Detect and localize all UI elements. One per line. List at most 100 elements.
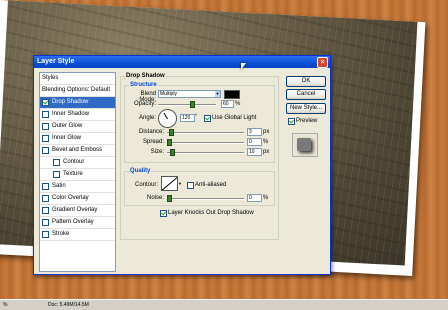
distance-slider-knob[interactable]	[169, 129, 175, 136]
style-item-label: Bevel and Emboss	[52, 147, 103, 153]
style-checkbox[interactable]	[42, 219, 49, 226]
global-light-checkbox[interactable]	[204, 115, 211, 122]
preview-label: Preview	[296, 118, 318, 124]
global-light-label: Use Global Light	[212, 115, 257, 121]
style-item[interactable]: Color Overlay	[40, 193, 115, 205]
noise-unit: %	[263, 195, 269, 201]
spread-slider[interactable]	[167, 139, 244, 146]
angle-unit: °	[195, 114, 198, 120]
chevron-down-icon: ▼	[215, 91, 220, 97]
quality-group: Quality Contour: ▼ Anti-aliased Noise: 0…	[124, 168, 275, 206]
noise-slider-knob[interactable]	[167, 195, 172, 202]
structure-group: Structure Blend Mode: Multiply ▼ Opacity…	[124, 82, 275, 163]
style-item[interactable]: Texture	[40, 169, 115, 181]
status-bar: % Doc: 5.49M/14.5M	[0, 299, 448, 310]
angle-dial[interactable]	[158, 109, 177, 128]
style-checkbox[interactable]	[53, 171, 60, 178]
style-checkbox[interactable]	[53, 159, 60, 166]
shadow-color-swatch[interactable]	[224, 90, 240, 99]
style-checkbox[interactable]	[42, 195, 49, 202]
style-item-label: Gradient Overlay	[52, 207, 98, 213]
distance-field[interactable]: 3	[247, 128, 262, 136]
size-slider[interactable]	[167, 149, 244, 156]
contour-picker[interactable]	[161, 176, 178, 191]
style-item[interactable]: Styles	[40, 73, 115, 85]
style-item-label: Contour	[63, 159, 85, 165]
style-item-label: Texture	[63, 171, 83, 177]
style-checkbox[interactable]	[42, 231, 49, 238]
style-item-label: Inner Shadow	[52, 111, 90, 117]
style-item-label: Pattern Overlay	[52, 219, 94, 225]
size-unit: px	[263, 149, 270, 155]
style-item[interactable]: Stroke	[40, 229, 115, 241]
style-item-label: Drop Shadow	[52, 99, 89, 105]
style-item[interactable]: Satin	[40, 181, 115, 193]
layer-knocks-out-label: Layer Knocks Out Drop Shadow	[168, 210, 254, 216]
noise-label: Noise:	[146, 195, 164, 201]
style-checkbox[interactable]	[42, 111, 49, 118]
ok-button[interactable]: OK	[286, 76, 326, 87]
mouse-pointer-icon	[241, 63, 246, 70]
preview-checkbox[interactable]	[288, 118, 295, 125]
style-item[interactable]: Blending Options: Default	[40, 85, 115, 97]
style-item-label: Styles	[42, 75, 59, 81]
style-checkbox[interactable]	[42, 183, 49, 190]
opacity-slider[interactable]	[158, 101, 216, 108]
new-style-button[interactable]: New Style...	[286, 103, 326, 114]
style-item[interactable]: Pattern Overlay	[40, 217, 115, 229]
document-size-readout: Doc: 5.49M/14.5M	[48, 302, 89, 308]
drop-shadow-title: Drop Shadow	[125, 73, 166, 79]
spread-slider-knob[interactable]	[167, 139, 172, 146]
quality-title: Quality	[129, 168, 152, 174]
style-item-label: Color Overlay	[52, 195, 89, 201]
distance-slider[interactable]	[167, 129, 244, 136]
contour-label: Contour:	[134, 182, 158, 188]
layer-knocks-out-checkbox[interactable]	[160, 210, 167, 217]
style-checkbox[interactable]	[42, 207, 49, 214]
style-item[interactable]: Outer Glow	[40, 121, 115, 133]
noise-field[interactable]: 0	[247, 194, 262, 202]
style-item[interactable]: Bevel and Emboss	[40, 145, 115, 157]
style-item-label: Inner Glow	[52, 135, 82, 141]
spread-unit: %	[263, 139, 269, 145]
style-item[interactable]: Inner Shadow	[40, 109, 115, 121]
contour-dropdown-arrow[interactable]: ▼	[178, 181, 182, 186]
preview-shadow-sample	[297, 138, 311, 151]
anti-aliased-checkbox[interactable]	[187, 182, 194, 189]
opacity-field[interactable]: 60	[221, 100, 234, 108]
angle-dial-hand	[163, 112, 168, 120]
styles-list: Styles Blending Options: Default Drop Shad…	[39, 72, 116, 272]
noise-slider[interactable]	[167, 195, 244, 202]
style-item[interactable]: Inner Glow	[40, 133, 115, 145]
opacity-slider-knob[interactable]	[190, 101, 196, 108]
anti-aliased-label: Anti-aliased	[195, 182, 227, 188]
style-checkbox[interactable]	[42, 147, 49, 154]
structure-title: Structure	[129, 82, 158, 88]
opacity-label: Opacity:	[133, 101, 156, 107]
zoom-readout: %	[3, 302, 8, 308]
cancel-button[interactable]: Cancel	[286, 89, 326, 100]
style-item-label: Stroke	[52, 231, 70, 237]
style-item-label: Blending Options: Default	[42, 87, 111, 93]
angle-field[interactable]: 120	[180, 114, 195, 122]
size-slider-knob[interactable]	[169, 149, 175, 156]
distance-label: Distance:	[138, 129, 164, 135]
style-item[interactable]: Drop Shadow	[40, 97, 115, 109]
opacity-unit: %	[235, 101, 241, 107]
style-checkbox[interactable]	[42, 135, 49, 142]
style-item[interactable]: Contour	[40, 157, 115, 169]
spread-label: Spread:	[142, 139, 164, 145]
dialog-titlebar[interactable]: Layer Style ×	[34, 56, 330, 68]
size-field[interactable]: 10	[247, 148, 262, 156]
layer-style-dialog: Layer Style × Styles Blending Options: De…	[33, 55, 331, 275]
style-item[interactable]: Gradient Overlay	[40, 205, 115, 217]
style-checkbox[interactable]	[42, 123, 49, 130]
close-button[interactable]: ×	[317, 57, 328, 68]
distance-unit: px	[263, 129, 270, 135]
blend-mode-value: Multiply	[160, 91, 177, 97]
spread-field[interactable]: 0	[247, 138, 262, 146]
size-label: Size:	[150, 149, 164, 155]
style-item-label: Outer Glow	[52, 123, 83, 129]
style-checkbox[interactable]	[42, 99, 49, 106]
blend-mode-select[interactable]: Multiply ▼	[158, 90, 221, 98]
